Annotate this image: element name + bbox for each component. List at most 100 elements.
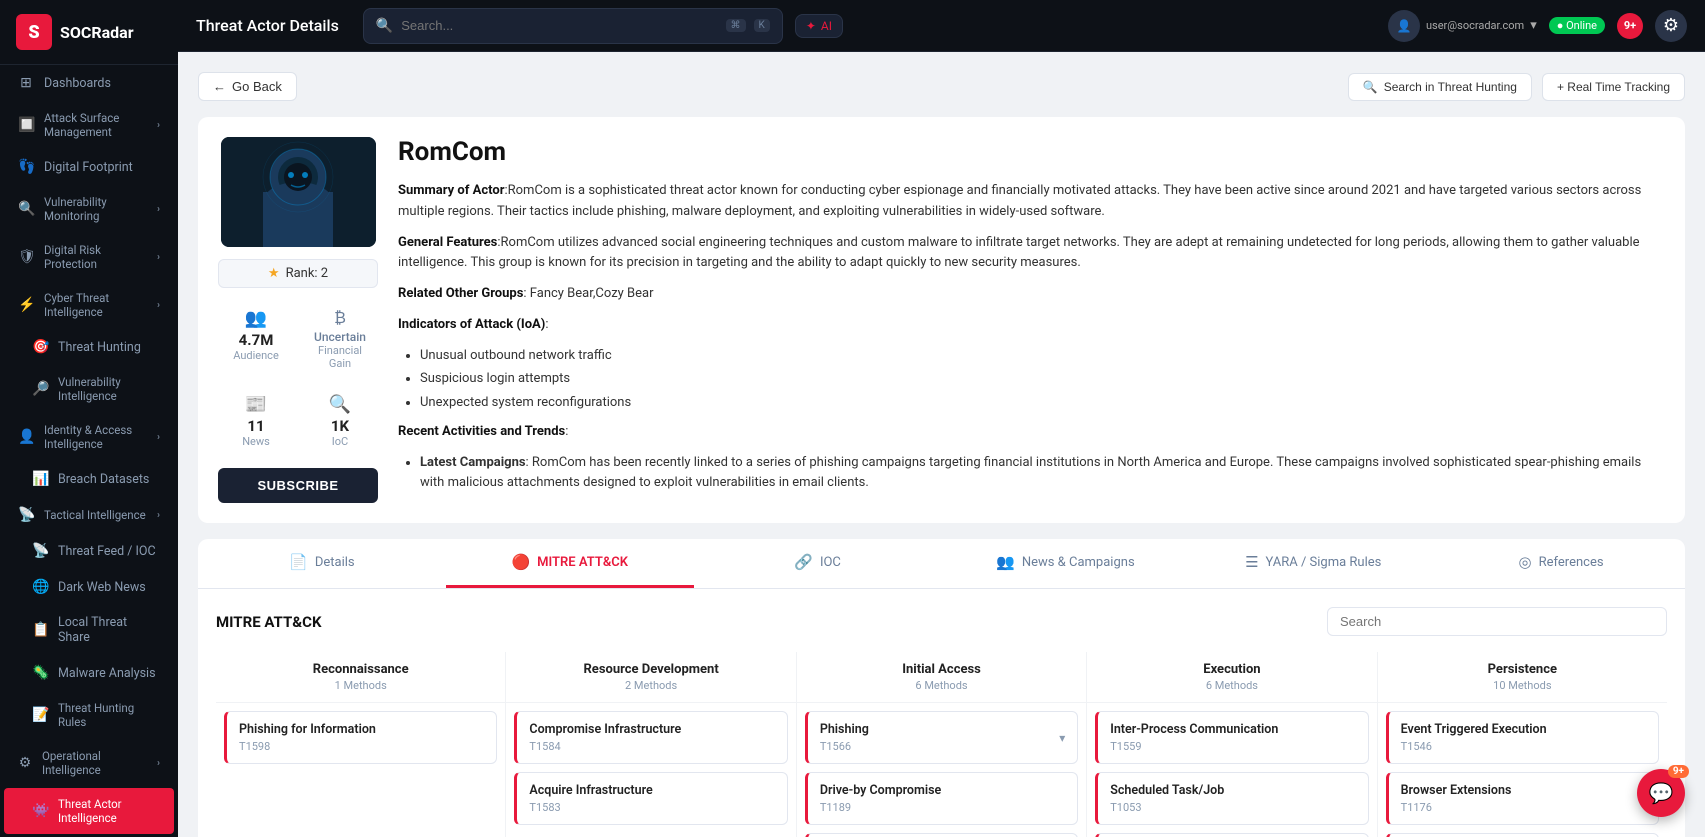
actor-avatar [221,137,376,247]
tactical-icon: 📡 [18,507,34,523]
ioc-value: 1K [310,417,370,435]
sidebar-item-threat-actor[interactable]: 👾 Threat Actor Intelligence [4,788,174,834]
go-back-button[interactable]: ← Go Back [198,72,297,101]
mitre-card-scheduled-task-exec[interactable]: Scheduled Task/Job T1053 [1095,772,1368,825]
sidebar-item-label: Digital Footprint [44,160,133,175]
mitre-card-valid-accounts[interactable]: Valid Accounts T1078 [805,833,1078,837]
yara-tab-icon: ☰ [1245,553,1258,571]
mitre-search-input[interactable] [1327,607,1667,636]
sidebar-item-label: Dark Web News [58,580,146,595]
card-title: Drive-by Compromise [820,783,1065,798]
ioc-label: IoC [310,435,370,448]
ioa-label: Indicators of Attack (IoA) [398,317,545,332]
sidebar-item-attack-surface[interactable]: 🔲 Attack Surface Management › [4,102,174,148]
global-search[interactable]: 🔍 ⌘ K [363,8,783,44]
tab-mitre[interactable]: 🔴 MITRE ATT&CK [446,539,694,588]
sidebar-item-label: Threat Actor Intelligence [58,797,160,825]
actor-info-panel: RomCom Summary of Actor:RomCom is a soph… [398,137,1665,497]
card-title: Scheduled Task/Job [1110,783,1355,798]
ioc-stat: 🔍 1K IoC [302,386,378,456]
subscribe-button[interactable]: SUBSCRIBE [218,468,378,503]
actor-avatar-image [221,137,376,247]
sidebar-item-vuln-intel[interactable]: 🔎 Vulnerability Intelligence [4,366,174,412]
col-title-persistence: Persistence [1388,662,1657,677]
col-title-execution: Execution [1097,662,1366,677]
ioc-tab-icon: 🔗 [794,553,813,571]
mitre-card-phishing-info[interactable]: Phishing for Information T1598 [224,711,497,764]
sidebar-item-label: Vulnerability Monitoring [44,195,147,223]
mitre-card-driveby[interactable]: Drive-by Compromise T1189 [805,772,1078,825]
card-id: T1584 [529,740,774,753]
card-title: Browser Extensions [1401,783,1646,798]
ai-button[interactable]: ✦ AI [795,14,843,38]
settings-avatar[interactable]: ⚙ [1655,10,1687,42]
card-id: T1176 [1401,801,1646,814]
mitre-card-phishing[interactable]: Phishing T1566 ▾ [805,711,1078,764]
card-id: T1189 [820,801,1065,814]
sidebar-item-digital-risk[interactable]: 🛡 Digital Risk Protection › [4,234,174,280]
latest-campaigns-text: : RomCom has been recently linked to a s… [420,455,1641,490]
mitre-title: MITRE ATT&CK [216,613,321,631]
search-threat-hunting-button[interactable]: 🔍 Search in Threat Hunting [1348,73,1532,101]
sidebar-item-threat-feed[interactable]: 📡 Threat Feed / IOC [4,534,174,568]
tab-yara[interactable]: ☰ YARA / Sigma Rules [1189,539,1437,588]
sidebar-item-local-threat[interactable]: 📋 Local Threat Share [4,606,174,654]
sidebar-item-tactical-intel[interactable]: 📡 Tactical Intelligence › [4,498,174,532]
sidebar-item-label: Dashboards [44,76,111,91]
mitre-card-browser-extensions[interactable]: Browser Extensions T1176 [1386,772,1659,825]
mitre-card-acquire-infra[interactable]: Acquire Infrastructure T1583 [514,772,787,825]
mitre-col-execution: Execution 6 Methods Inter-Process Commun… [1087,652,1377,837]
sidebar-item-dashboards[interactable]: ⊞ Dashboards [4,66,174,100]
sidebar-item-threat-hunting[interactable]: 🎯 Threat Hunting [4,330,174,364]
chat-widget-button[interactable]: 💬 9+ [1637,769,1685,817]
tab-news[interactable]: 👥 News & Campaigns [941,539,1189,588]
general-paragraph: General Features:RomCom utilizes advance… [398,233,1665,275]
search-icon: 🔍 [1363,80,1378,94]
col-subtitle-initial: 6 Methods [807,679,1076,692]
col-header-recon: Reconnaissance 1 Methods [216,652,505,703]
stats-grid: 👥 4.7M Audience ₿ Uncertain Financial Ga… [218,300,378,456]
search-input[interactable] [401,18,717,33]
sidebar-item-identity-access[interactable]: 👤 Identity & Access Intelligence › [4,414,174,460]
mitre-card-ipc[interactable]: Inter-Process Communication T1559 [1095,711,1368,764]
mitre-section: MITRE ATT&CK Reconnaissance 1 Methods Ph… [198,589,1685,837]
refs-tab-icon: ◎ [1519,553,1532,571]
mitre-card-scheduled-task-persist[interactable]: Scheduled Task/Job T1053 [1386,833,1659,837]
mitre-columns: Reconnaissance 1 Methods Phishing for In… [216,652,1667,837]
sidebar-item-vuln-monitoring[interactable]: 🔍 Vulnerability Monitoring › [4,186,174,232]
topbar: Threat Actor Details 🔍 ⌘ K ✦ AI 👤 user@s… [178,0,1705,52]
chevron-icon: › [157,510,160,521]
sidebar-item-digital-footprint[interactable]: 👣 Digital Footprint [4,150,174,184]
sidebar-item-threat-rules[interactable]: 📝 Threat Hunting Rules [4,692,174,738]
tab-references[interactable]: ◎ References [1437,539,1685,588]
real-time-label: + Real Time Tracking [1557,80,1670,94]
details-tab-icon: 📄 [289,553,308,571]
recent-header: Recent Activities and Trends: [398,422,1665,443]
sidebar-item-malware[interactable]: 🦠 Malware Analysis [4,656,174,690]
sidebar-item-dark-web[interactable]: 🌐 Dark Web News [4,570,174,604]
tab-news-label: News & Campaigns [1022,555,1135,570]
ioc-icon: 🔍 [310,394,370,415]
chevron-icon: › [157,204,160,215]
mitre-card-event-triggered[interactable]: Event Triggered Execution T1546 [1386,711,1659,764]
sidebar-item-cyber-threat[interactable]: ⚡ Cyber Threat Intelligence › [4,282,174,328]
financial-icon: ₿ [310,308,370,328]
tab-ioc[interactable]: 🔗 IOC [694,539,942,588]
summary-label: Summary of Actor [398,183,504,198]
tab-mitre-label: MITRE ATT&CK [537,555,628,570]
col-header-persistence: Persistence 10 Methods [1378,652,1667,703]
page-title: Threat Actor Details [196,16,339,35]
ioa-item-3: Unexpected system reconfigurations [420,393,1665,413]
tab-details[interactable]: 📄 Details [198,539,446,588]
cyber-threat-icon: ⚡ [18,297,34,313]
card-title: Event Triggered Execution [1401,722,1646,737]
notification-button[interactable]: 9+ [1617,13,1643,39]
real-time-tracking-button[interactable]: + Real Time Tracking [1542,73,1685,101]
topbar-right: 👤 user@socradar.com ▾ ● Online 9+ ⚙ [1388,10,1687,42]
financial-value: Uncertain [310,330,370,344]
sidebar-item-breach-datasets[interactable]: 📊 Breach Datasets [4,462,174,496]
mitre-card-native-api[interactable]: Native API T1106 [1095,833,1368,837]
mitre-card-compromise-infra[interactable]: Compromise Infrastructure T1584 [514,711,787,764]
sidebar-item-operational[interactable]: ⚙ Operational Intelligence › [4,740,174,786]
col-subtitle-resource: 2 Methods [516,679,785,692]
